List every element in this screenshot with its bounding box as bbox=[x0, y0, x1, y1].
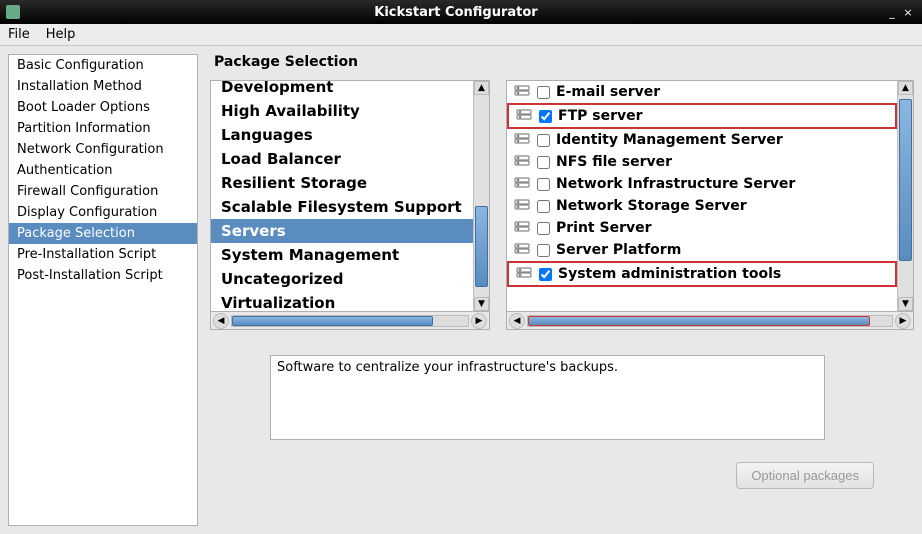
package-checkbox[interactable] bbox=[539, 110, 552, 123]
category-item[interactable]: Servers bbox=[211, 219, 473, 243]
sidebar-item-display-configuration[interactable]: Display Configuration bbox=[9, 202, 197, 223]
window-title: Kickstart Configurator bbox=[28, 5, 884, 20]
category-item[interactable]: Resilient Storage bbox=[211, 171, 473, 195]
package-label: Network Infrastructure Server bbox=[556, 176, 795, 192]
category-pane: DevelopmentHigh AvailabilityLanguagesLoa… bbox=[210, 80, 490, 312]
sidebar-item-firewall-configuration[interactable]: Firewall Configuration bbox=[9, 181, 197, 202]
scroll-left-icon[interactable]: ◀ bbox=[509, 313, 525, 329]
description-text: Software to centralize your infrastructu… bbox=[277, 360, 618, 375]
sidebar-item-boot-loader-options[interactable]: Boot Loader Options bbox=[9, 97, 197, 118]
scroll-right-icon[interactable]: ▶ bbox=[471, 313, 487, 329]
server-icon bbox=[513, 131, 531, 149]
package-scrollbar[interactable]: ▲ ▼ bbox=[897, 81, 913, 311]
menu-file[interactable]: File bbox=[8, 27, 30, 42]
package-pane: E-mail server FTP server Identity Manageme… bbox=[506, 80, 914, 312]
app-icon bbox=[6, 5, 20, 19]
scroll-down-icon[interactable]: ▼ bbox=[898, 297, 913, 311]
scroll-down-icon[interactable]: ▼ bbox=[474, 297, 489, 311]
package-label: E-mail server bbox=[556, 84, 660, 100]
menu-help[interactable]: Help bbox=[46, 27, 76, 42]
category-hscroll[interactable]: ◀ ▶ bbox=[210, 312, 490, 330]
close-button[interactable]: × bbox=[900, 6, 916, 19]
server-icon bbox=[513, 175, 531, 193]
package-hscroll[interactable]: ◀ ▶ bbox=[506, 312, 914, 330]
scroll-up-icon[interactable]: ▲ bbox=[474, 81, 489, 95]
category-item[interactable]: Load Balancer bbox=[211, 147, 473, 171]
package-item[interactable]: Network Infrastructure Server bbox=[507, 173, 897, 195]
package-item[interactable]: FTP server bbox=[507, 103, 897, 129]
server-icon bbox=[515, 107, 533, 125]
package-label: FTP server bbox=[558, 108, 643, 124]
sidebar-item-package-selection[interactable]: Package Selection bbox=[9, 223, 197, 244]
category-item[interactable]: System Management bbox=[211, 243, 473, 267]
package-label: Print Server bbox=[556, 220, 652, 236]
server-icon bbox=[513, 241, 531, 259]
package-checkbox[interactable] bbox=[537, 86, 550, 99]
sidebar-item-network-configuration[interactable]: Network Configuration bbox=[9, 139, 197, 160]
scroll-left-icon[interactable]: ◀ bbox=[213, 313, 229, 329]
category-item[interactable]: Scalable Filesystem Support bbox=[211, 195, 473, 219]
package-checkbox[interactable] bbox=[537, 244, 550, 257]
package-item[interactable]: Server Platform bbox=[507, 239, 897, 261]
sidebar-item-partition-information[interactable]: Partition Information bbox=[9, 118, 197, 139]
package-item[interactable]: System administration tools bbox=[507, 261, 897, 287]
package-checkbox[interactable] bbox=[537, 200, 550, 213]
titlebar: Kickstart Configurator _ × bbox=[0, 0, 922, 24]
server-icon bbox=[513, 153, 531, 171]
package-label: NFS file server bbox=[556, 154, 672, 170]
category-scrollbar[interactable]: ▲ ▼ bbox=[473, 81, 489, 311]
package-label: Network Storage Server bbox=[556, 198, 747, 214]
page-title: Package Selection bbox=[210, 54, 914, 70]
package-checkbox[interactable] bbox=[537, 134, 550, 147]
package-label: Server Platform bbox=[556, 242, 681, 258]
sidebar-item-authentication[interactable]: Authentication bbox=[9, 160, 197, 181]
package-item[interactable]: NFS file server bbox=[507, 151, 897, 173]
category-item[interactable]: Virtualization bbox=[211, 291, 473, 311]
package-label: Identity Management Server bbox=[556, 132, 783, 148]
package-checkbox[interactable] bbox=[537, 178, 550, 191]
server-icon bbox=[513, 83, 531, 101]
description-box: Software to centralize your infrastructu… bbox=[270, 355, 825, 440]
package-checkbox[interactable] bbox=[537, 222, 550, 235]
package-item[interactable]: Identity Management Server bbox=[507, 129, 897, 151]
package-checkbox[interactable] bbox=[539, 268, 552, 281]
server-icon bbox=[513, 197, 531, 215]
main-panel: Package Selection DevelopmentHigh Availa… bbox=[210, 54, 914, 526]
menubar: File Help bbox=[0, 24, 922, 46]
package-checkbox[interactable] bbox=[537, 156, 550, 169]
scroll-right-icon[interactable]: ▶ bbox=[895, 313, 911, 329]
scroll-up-icon[interactable]: ▲ bbox=[898, 81, 913, 95]
sidebar-item-pre-installation-script[interactable]: Pre-Installation Script bbox=[9, 244, 197, 265]
optional-packages-button[interactable]: Optional packages bbox=[736, 462, 874, 489]
category-item[interactable]: High Availability bbox=[211, 99, 473, 123]
sidebar: Basic ConfigurationInstallation MethodBo… bbox=[8, 54, 198, 526]
package-item[interactable]: Print Server bbox=[507, 217, 897, 239]
package-item[interactable]: E-mail server bbox=[507, 81, 897, 103]
minimize-button[interactable]: _ bbox=[884, 6, 900, 19]
content-area: Basic ConfigurationInstallation MethodBo… bbox=[0, 46, 922, 534]
server-icon bbox=[515, 265, 533, 283]
package-label: System administration tools bbox=[558, 266, 781, 282]
sidebar-item-basic-configuration[interactable]: Basic Configuration bbox=[9, 55, 197, 76]
server-icon bbox=[513, 219, 531, 237]
category-item[interactable]: Languages bbox=[211, 123, 473, 147]
sidebar-item-post-installation-script[interactable]: Post-Installation Script bbox=[9, 265, 197, 286]
sidebar-item-installation-method[interactable]: Installation Method bbox=[9, 76, 197, 97]
category-item[interactable]: Development bbox=[211, 80, 473, 99]
package-item[interactable]: Network Storage Server bbox=[507, 195, 897, 217]
category-item[interactable]: Uncategorized bbox=[211, 267, 473, 291]
